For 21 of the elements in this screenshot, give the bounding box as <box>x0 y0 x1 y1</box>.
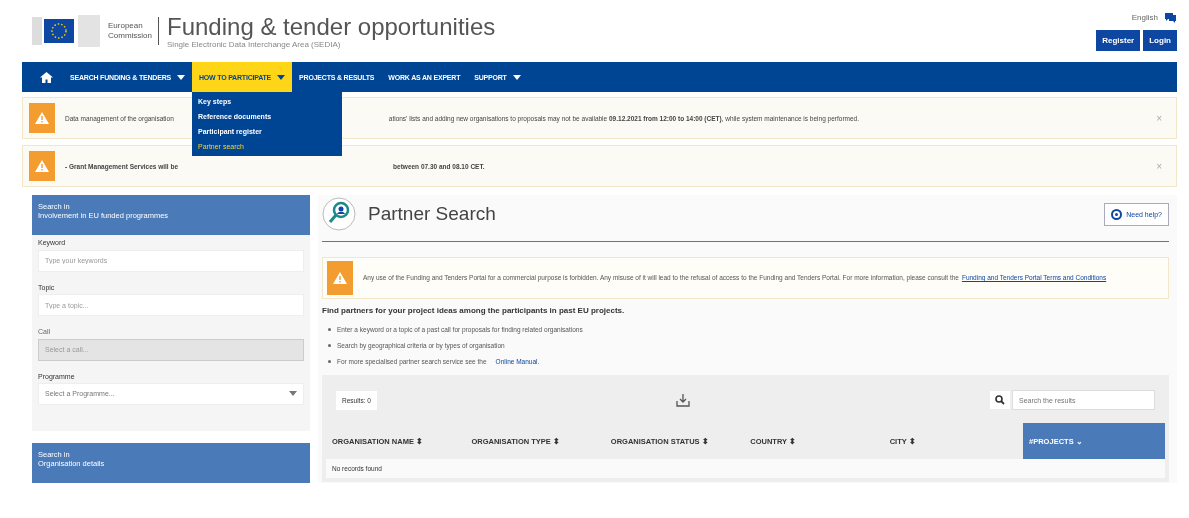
download-icon <box>676 393 691 407</box>
intro-text: Find partners for your project ideas among the participants in past EU projects. <box>322 306 626 315</box>
home-icon <box>40 71 53 83</box>
flag-logo-icon <box>32 15 102 47</box>
header-button[interactable]: Login <box>1143 30 1177 51</box>
search-icon <box>990 391 1010 409</box>
caret-icon <box>289 391 297 396</box>
language-link[interactable]: English <box>1131 13 1158 22</box>
organisation-name: European <box>108 21 144 31</box>
site-subtitle: Single Electronic Data Interchange Area (SEDIA) <box>167 39 342 49</box>
bullet-icon <box>328 343 331 347</box>
warning-icon <box>333 272 347 284</box>
bullet-icon <box>328 327 331 331</box>
speech-bubble-icon <box>1164 11 1177 24</box>
warning-icon <box>35 112 49 124</box>
page-title: Partner Search <box>368 203 497 225</box>
warning-icon <box>35 160 49 172</box>
organisation-name: Commission <box>108 31 152 41</box>
site-title: Funding & tender opportunities <box>167 13 497 40</box>
header-button[interactable]: Register <box>1096 30 1141 51</box>
bullet-icon <box>328 359 331 363</box>
